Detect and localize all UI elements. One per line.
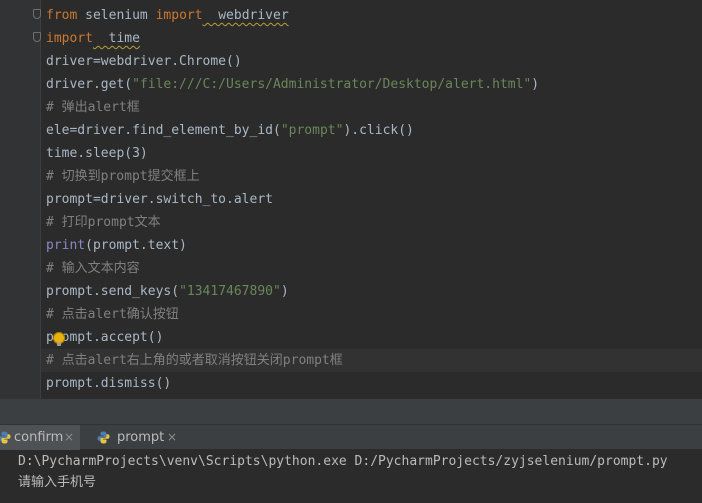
editor-gutter[interactable] (0, 0, 40, 399)
close-icon[interactable]: × (167, 425, 177, 450)
code-text: ) (280, 284, 289, 299)
code-line-8[interactable]: # 切换到prompt提交框上 (46, 165, 200, 188)
code-text: (prompt.text) (85, 238, 187, 253)
code-line-9[interactable]: prompt=driver.switch_to.alert (46, 188, 273, 211)
run-tab-confirm[interactable]: confirm × (0, 425, 80, 450)
code-text: ) (531, 77, 540, 92)
code-line-7[interactable]: time.sleep(3) (46, 142, 148, 165)
code-line-1[interactable]: from selenium import webdriver (46, 4, 289, 27)
python-icon (0, 431, 11, 444)
keyword: import (46, 31, 93, 46)
code-text: ele=driver.find_element_by_id( (46, 123, 281, 138)
keyword: import (155, 8, 203, 23)
code-line-14[interactable]: # 点击alert确认按钮 (46, 303, 179, 326)
close-icon[interactable]: × (64, 425, 74, 450)
code-text: prompt.dismiss() (46, 376, 172, 391)
panel-splitter[interactable] (0, 399, 702, 424)
code-line-17[interactable]: prompt.dismiss() (46, 372, 171, 395)
fold-marker-icon[interactable] (33, 32, 41, 42)
run-tab-prompt[interactable]: prompt × (97, 425, 187, 450)
run-console[interactable]: D:\PycharmProjects\venv\Scripts\python.e… (0, 450, 702, 503)
code-editor[interactable]: from selenium import webdriver import ti… (0, 0, 702, 399)
comment: # 点击alert右上角的或者取消按钮关闭prompt框 (46, 353, 343, 368)
console-command-line: D:\PycharmProjects\venv\Scripts\python.e… (18, 454, 668, 469)
code-text: ).click() (343, 123, 414, 138)
string-literal: "prompt" (280, 123, 344, 138)
comment: # 打印prompt文本 (46, 215, 161, 230)
comment: # 切换到prompt提交框上 (46, 169, 200, 184)
code-line-4[interactable]: driver.get("file:///C:/Users/Administrat… (46, 73, 539, 96)
code-text: time.sleep(3) (46, 146, 148, 161)
code-line-16[interactable]: # 点击alert右上角的或者取消按钮关闭prompt框 (41, 349, 702, 372)
tab-label: prompt (117, 430, 165, 445)
code-line-5[interactable]: # 弹出alert框 (46, 96, 140, 119)
code-line-13[interactable]: prompt.send_keys("13417467890") (46, 280, 289, 303)
run-tab-bar: confirm × prompt × (0, 424, 702, 450)
code-text: webdriver (202, 8, 289, 23)
gutter-divider (40, 0, 41, 399)
code-text: driver.get( (46, 77, 133, 92)
code-line-6[interactable]: ele=driver.find_element_by_id("prompt").… (46, 119, 414, 142)
code-text: prompt=driver.switch_to.alert (46, 192, 273, 207)
comment: # 输入文本内容 (46, 261, 140, 276)
keyword: from (46, 8, 78, 23)
code-line-3[interactable]: driver=webdriver.Chrome() (46, 50, 242, 73)
string-literal: "13417467890" (179, 284, 281, 299)
code-line-12[interactable]: # 输入文本内容 (46, 257, 140, 280)
code-text: time (92, 31, 140, 46)
code-text: prompt.send_keys( (46, 284, 180, 299)
comment: # 点击alert确认按钮 (46, 307, 179, 322)
code-line-2[interactable]: import time (46, 27, 140, 50)
tab-label: confirm (14, 430, 64, 445)
comment: # 弹出alert框 (46, 100, 140, 115)
builtin-function: print (46, 238, 86, 253)
code-text: driver=webdriver.Chrome() (46, 54, 242, 69)
code-text: selenium (77, 8, 156, 23)
code-line-10[interactable]: # 打印prompt文本 (46, 211, 161, 234)
code-line-11[interactable]: print(prompt.text) (46, 234, 187, 257)
fold-marker-icon[interactable] (33, 9, 41, 19)
python-icon (97, 431, 110, 444)
string-literal: "file:///C:/Users/Administrator/Desktop/… (132, 77, 532, 92)
lightbulb-icon[interactable] (53, 332, 65, 346)
console-output-line: 请输入手机号 (18, 475, 97, 490)
